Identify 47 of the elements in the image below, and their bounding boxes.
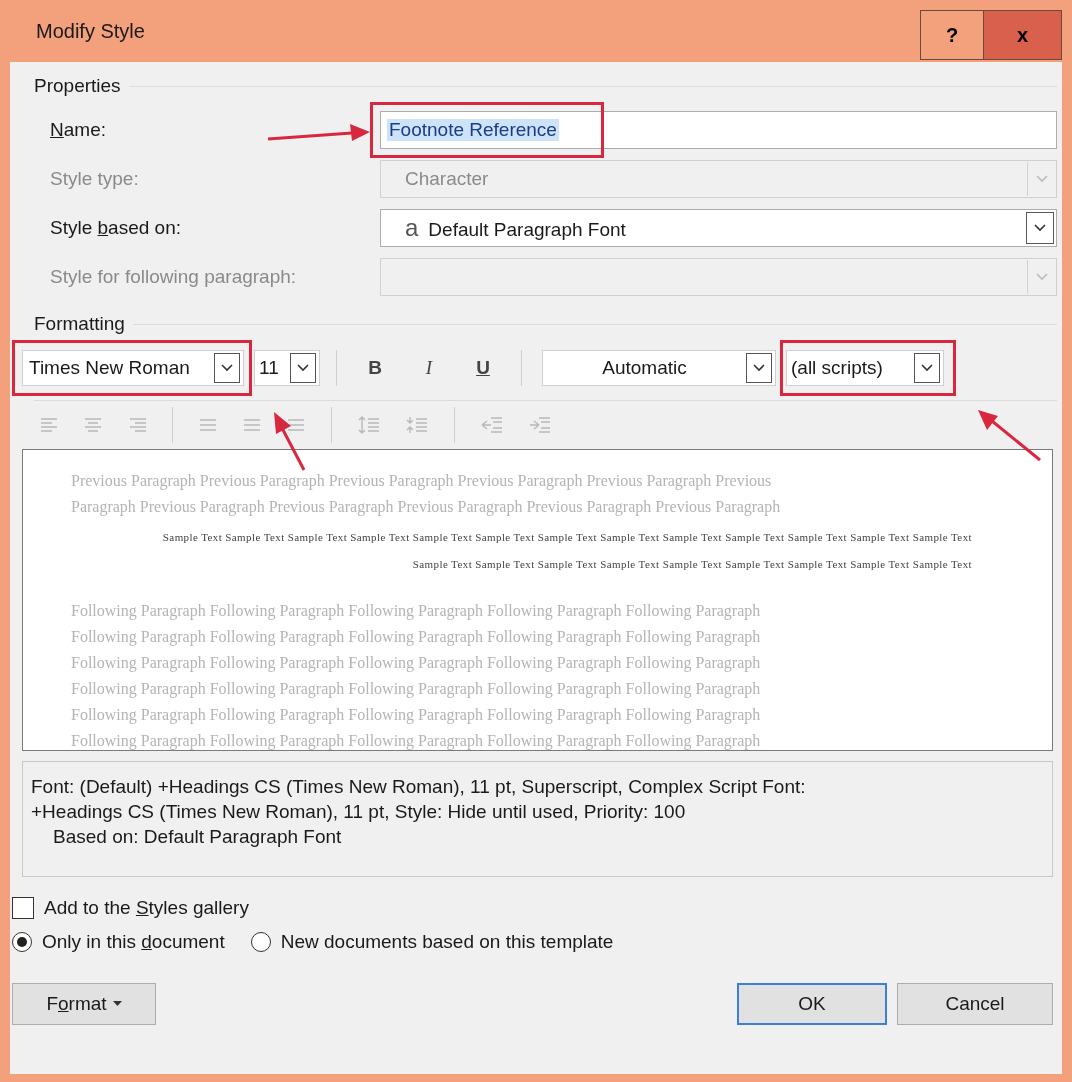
field-label: Style based on: xyxy=(50,217,181,238)
section-heading: Properties xyxy=(34,75,121,97)
chevron-icon xyxy=(296,363,310,373)
line-spacing-icon[interactable] xyxy=(358,415,380,435)
chevron-icon xyxy=(752,363,766,373)
checkbox[interactable] xyxy=(12,897,34,919)
annotation-arrow xyxy=(274,412,306,471)
dropdown-field[interactable]: a Default Paragraph Font xyxy=(380,209,1057,247)
increase-indent-icon[interactable] xyxy=(529,416,551,434)
spacing-icon[interactable] xyxy=(406,415,428,435)
preview-text: Previous Paragraph Previous Paragraph Previous Paragraph Previous Paragraph Previous Paragraph Previous Paragraph Previous Paragraph Previous Paragraph Previous Paragraph Previous Paragraph Previous Paragraph xyxy=(71,471,782,518)
size-dropdown[interactable]: 11 xyxy=(254,350,320,386)
underline-button[interactable]: U xyxy=(461,350,505,386)
chevron-icon xyxy=(1035,174,1049,184)
scope-radio[interactable]: New documents based on this template xyxy=(250,931,614,953)
justify-icon[interactable] xyxy=(287,417,305,433)
align-center-icon[interactable] xyxy=(84,417,102,433)
close-button[interactable]: x xyxy=(984,10,1062,60)
annotation-arrow xyxy=(978,410,1041,462)
style-description: Font: (Default) +Headings CS (Times New Roman), 11 pt, Superscript, Complex Script Font: +Headings CS (Times New Roman), 11 pt, Style: Hide until used, Priority: 100 Based on: Default Paragraph Font xyxy=(22,761,1053,877)
caret-icon xyxy=(112,1001,122,1007)
align-right-icon[interactable] xyxy=(128,417,146,433)
help-button[interactable]: ? xyxy=(920,10,984,60)
sample-text: Sample Text Sample Text Sample Text Sample Text Sample Text Sample Text Sample Text Sample Text Sample Text Sample Text Sample Text Sample Text Sample Text Sample Text Sample Text Sample Text Sample Text Sample Text Sample Text Sample Text Sample Text Sample Text xyxy=(161,530,972,572)
field-label: Style type: xyxy=(50,168,139,189)
chevron-icon xyxy=(1035,272,1049,282)
bold-button[interactable]: B xyxy=(353,350,397,386)
font-dropdown[interactable]: Times New Roman xyxy=(22,350,244,386)
chevron-icon xyxy=(1033,223,1047,233)
chevron-icon xyxy=(920,363,934,373)
color-dropdown[interactable]: Automatic xyxy=(542,350,776,386)
preview-text: Following Paragraph Following Paragraph Following Paragraph Following Paragraph Following Paragraph Following Paragraph Following Paragraph Following Paragraph Following Paragraph Following Paragraph Following Paragraph Following Paragraph Following Paragraph Following Paragraph Following Paragraph Following Paragraph Following Paragraph Following Paragraph Following Paragraph Following Paragraph Following Paragraph Following Paragraph Following Paragraph Following Paragraph Following Paragraph Following Paragraph Following Paragraph Following Paragraph Following Paragraph Following Paragraph xyxy=(71,601,762,750)
format-menu-button[interactable]: Format xyxy=(12,983,156,1025)
scope-radio[interactable]: Only in this document xyxy=(12,931,225,953)
italic-button[interactable]: I xyxy=(407,350,451,386)
window-title: Modify Style xyxy=(36,19,146,43)
script-dropdown[interactable]: (all scripts) xyxy=(786,350,944,386)
field-label: Style for following paragraph: xyxy=(50,266,297,287)
field-label: Name: xyxy=(50,119,106,140)
dialog-button[interactable]: Cancel xyxy=(897,983,1053,1025)
dialog-button[interactable]: OK xyxy=(737,983,887,1025)
gallery-checkbox[interactable]: Add to the Styles gallery xyxy=(12,897,249,919)
section-heading: Formatting xyxy=(34,313,125,335)
chevron-icon xyxy=(220,363,234,373)
decrease-indent-icon[interactable] xyxy=(481,416,503,434)
align-left-icon[interactable] xyxy=(40,417,58,433)
name-field[interactable]: Footnote Reference xyxy=(380,111,1057,149)
